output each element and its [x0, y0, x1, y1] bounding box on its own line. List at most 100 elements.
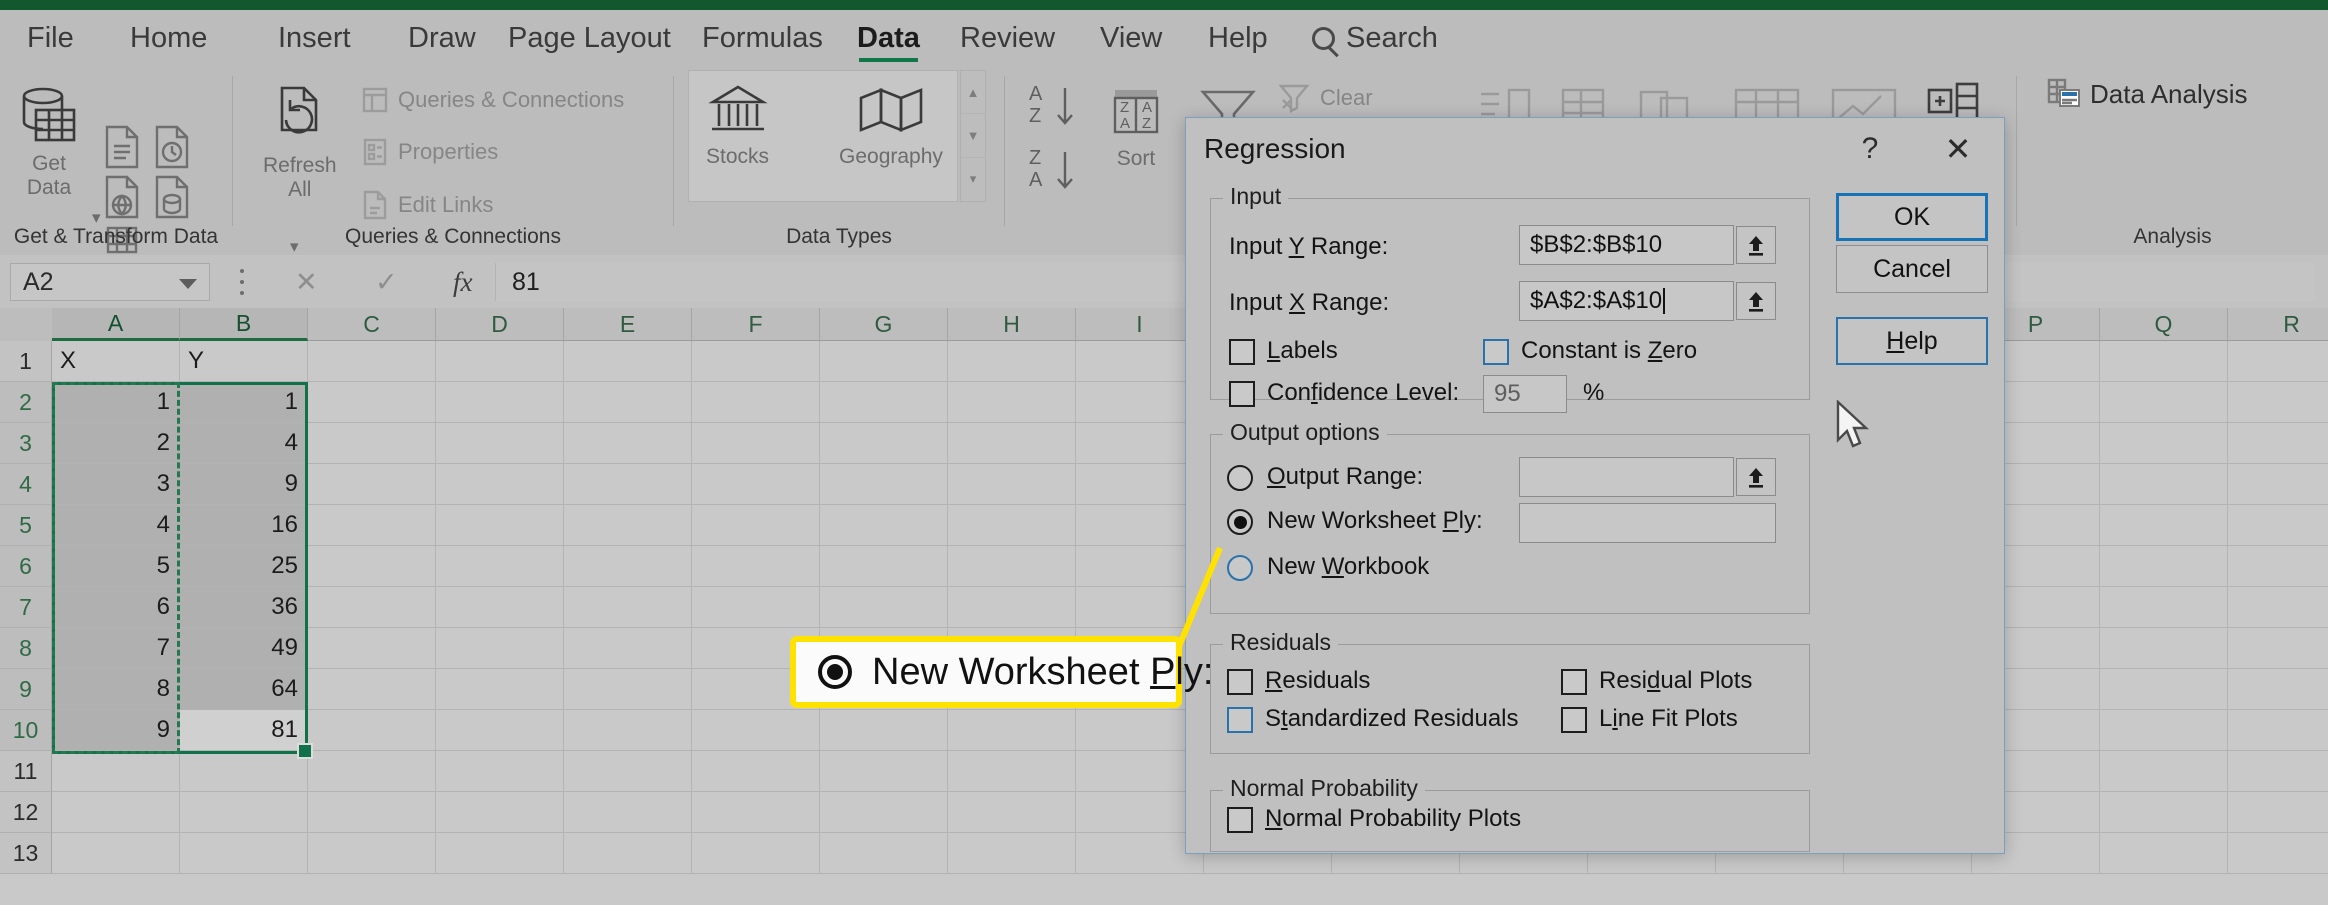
cell-f5[interactable] [692, 505, 820, 546]
clear-filter-item[interactable]: Clear [1277, 82, 1373, 114]
row-header-13[interactable]: 13 [0, 833, 52, 874]
standardized-residuals-checkbox[interactable] [1227, 707, 1253, 733]
existing-connections-icon[interactable] [152, 174, 192, 220]
cell-e3[interactable] [564, 423, 692, 464]
cell-b12[interactable] [180, 792, 308, 833]
cell-b1[interactable]: Y [180, 341, 308, 382]
cell-r12[interactable] [2228, 792, 2328, 833]
cell-f3[interactable] [692, 423, 820, 464]
cell-c6[interactable] [308, 546, 436, 587]
cell-q13[interactable] [2100, 833, 2228, 874]
cell-g11[interactable] [820, 751, 948, 792]
get-data-button[interactable]: Get Data [16, 84, 82, 200]
data-types-scroll-up[interactable]: ▲ [961, 71, 985, 115]
labels-checkbox[interactable] [1229, 339, 1255, 365]
cell-r8[interactable] [2228, 628, 2328, 669]
properties-item[interactable]: Properties [361, 138, 498, 166]
sort-descending-icon[interactable]: Z A [1027, 144, 1083, 198]
cell-d2[interactable] [436, 382, 564, 423]
output-range-picker-button[interactable] [1736, 458, 1776, 496]
cell-a1[interactable]: X [52, 341, 180, 382]
cell-h4[interactable] [948, 464, 1076, 505]
cell-d10[interactable] [436, 710, 564, 751]
cancel-icon[interactable]: ✕ [295, 263, 318, 301]
chevron-down-icon[interactable] [179, 279, 197, 289]
residual-plots-checkbox[interactable] [1561, 669, 1587, 695]
cell-a10[interactable]: 9 [52, 710, 180, 751]
tab-home[interactable]: Home [130, 19, 207, 59]
normal-probability-plots-checkbox[interactable] [1227, 807, 1253, 833]
cell-h11[interactable] [948, 751, 1076, 792]
column-header-c[interactable]: C [308, 308, 436, 341]
line-fit-plots-checkbox[interactable] [1561, 707, 1587, 733]
row-header-1[interactable]: 1 [0, 341, 52, 382]
row-header-9[interactable]: 9 [0, 669, 52, 710]
cell-b9[interactable]: 64 [180, 669, 308, 710]
queries-connections-item[interactable]: Queries & Connections [361, 86, 624, 114]
column-header-q[interactable]: Q [2100, 308, 2228, 341]
ok-button[interactable]: OK [1836, 193, 1988, 241]
cell-b2[interactable]: 1 [180, 382, 308, 423]
cell-d9[interactable] [436, 669, 564, 710]
help-question-icon[interactable]: ? [1848, 129, 1892, 169]
row-header-12[interactable]: 12 [0, 792, 52, 833]
tab-draw[interactable]: Draw [408, 19, 476, 59]
tab-page-layout[interactable]: Page Layout [508, 19, 671, 59]
cell-a6[interactable]: 5 [52, 546, 180, 587]
output-range-radio[interactable] [1227, 465, 1253, 491]
row-header-2[interactable]: 2 [0, 382, 52, 423]
column-header-g[interactable]: G [820, 308, 948, 341]
cell-g2[interactable] [820, 382, 948, 423]
cell-b11[interactable] [180, 751, 308, 792]
cell-h5[interactable] [948, 505, 1076, 546]
cell-c7[interactable] [308, 587, 436, 628]
cell-q2[interactable] [2100, 382, 2228, 423]
cell-g10[interactable] [820, 710, 948, 751]
cell-e10[interactable] [564, 710, 692, 751]
cell-g13[interactable] [820, 833, 948, 874]
cell-c4[interactable] [308, 464, 436, 505]
cell-q3[interactable] [2100, 423, 2228, 464]
cell-b3[interactable]: 4 [180, 423, 308, 464]
cell-q7[interactable] [2100, 587, 2228, 628]
cell-r11[interactable] [2228, 751, 2328, 792]
cell-r13[interactable] [2228, 833, 2328, 874]
cell-c10[interactable] [308, 710, 436, 751]
cell-b10[interactable]: 81 [180, 710, 308, 751]
data-analysis-button[interactable]: Data Analysis [2047, 78, 2248, 110]
cell-f11[interactable] [692, 751, 820, 792]
cell-f4[interactable] [692, 464, 820, 505]
cell-q8[interactable] [2100, 628, 2228, 669]
data-types-scroll-down[interactable]: ▼ [961, 114, 985, 158]
from-text-csv-icon[interactable] [102, 124, 142, 170]
cell-g3[interactable] [820, 423, 948, 464]
cell-d6[interactable] [436, 546, 564, 587]
cell-c11[interactable] [308, 751, 436, 792]
cell-q12[interactable] [2100, 792, 2228, 833]
cell-c8[interactable] [308, 628, 436, 669]
cell-q10[interactable] [2100, 710, 2228, 751]
refresh-all-button[interactable]: Refresh All [263, 84, 337, 202]
cell-r10[interactable] [2228, 710, 2328, 751]
cell-q9[interactable] [2100, 669, 2228, 710]
cell-c9[interactable] [308, 669, 436, 710]
cell-e7[interactable] [564, 587, 692, 628]
residuals-checkbox[interactable] [1227, 669, 1253, 695]
column-header-e[interactable]: E [564, 308, 692, 341]
cell-h6[interactable] [948, 546, 1076, 587]
column-header-r[interactable]: R [2228, 308, 2328, 341]
column-header-f[interactable]: F [692, 308, 820, 341]
cell-g12[interactable] [820, 792, 948, 833]
constant-is-zero-checkbox[interactable] [1483, 339, 1509, 365]
cell-g6[interactable] [820, 546, 948, 587]
row-header-7[interactable]: 7 [0, 587, 52, 628]
cell-q11[interactable] [2100, 751, 2228, 792]
cell-q1[interactable] [2100, 341, 2228, 382]
tab-view[interactable]: View [1100, 19, 1162, 59]
row-header-8[interactable]: 8 [0, 628, 52, 669]
tab-file[interactable]: File [27, 19, 74, 59]
sort-button[interactable]: Z A A Z Sort [1103, 84, 1169, 171]
cell-e11[interactable] [564, 751, 692, 792]
cell-d4[interactable] [436, 464, 564, 505]
enter-icon[interactable]: ✓ [375, 263, 398, 301]
